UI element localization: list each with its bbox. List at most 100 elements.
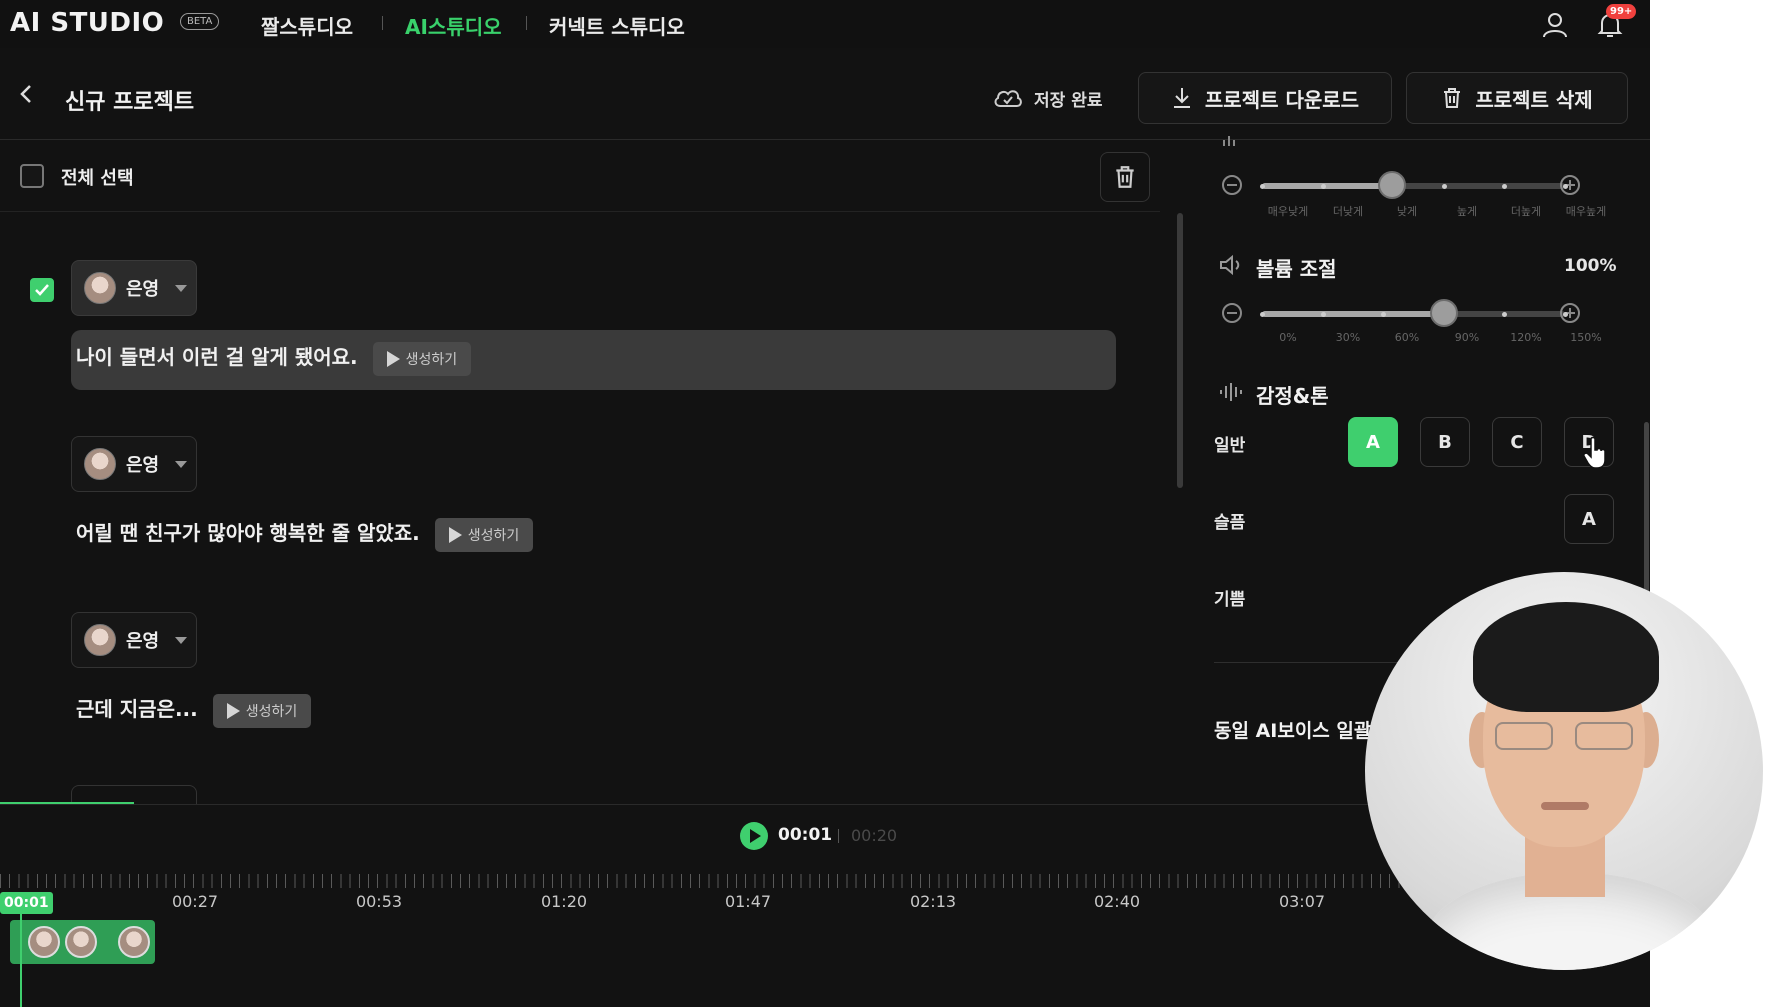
generate-button[interactable]: 생성하기 xyxy=(212,693,312,728)
nav-separator xyxy=(382,16,383,30)
check-icon xyxy=(35,284,49,296)
speaker-name: 은영 xyxy=(126,279,160,300)
play-icon xyxy=(226,702,240,719)
tone-sad-a-button[interactable]: A xyxy=(1564,494,1614,544)
pitch-tick-label: 더낮게 xyxy=(1332,205,1364,218)
save-status: 저장 완료 xyxy=(992,84,1102,112)
pitch-track-fill xyxy=(1262,183,1393,189)
presenter-mouth xyxy=(1541,802,1589,810)
download-icon xyxy=(1173,88,1190,108)
generate-button[interactable]: 생성하기 xyxy=(434,517,534,552)
timeline-mark: 02:40 xyxy=(1093,892,1141,911)
volume-tick-label: 150% xyxy=(1570,331,1602,344)
nav-link-jjal-studio[interactable]: 짤스튜디오 xyxy=(261,11,353,40)
presenter-glasses xyxy=(1495,722,1635,752)
same-voice-apply-label[interactable]: 동일 AI보이스 일괄 xyxy=(1214,716,1371,743)
volume-tick-label: 30% xyxy=(1335,331,1361,344)
slider-step-dot xyxy=(1563,184,1568,189)
speaker-name: 은영 xyxy=(126,631,160,652)
select-all-label: 전체 선택 xyxy=(61,168,134,189)
tone-normal-b-button[interactable]: B xyxy=(1420,417,1470,467)
clip-avatar xyxy=(28,926,60,958)
line-3-text[interactable]: 근데 지금은... 생성하기 xyxy=(76,693,312,728)
generate-label: 생성하기 xyxy=(245,703,298,720)
line-1-text[interactable]: 나이 들면서 이런 걸 알게 됐어요. 생성하기 xyxy=(76,341,472,376)
nav-link-connect-studio[interactable]: 커넥트 스튜디오 xyxy=(549,11,685,40)
generate-label: 생성하기 xyxy=(405,351,458,368)
download-project-button[interactable]: 프로젝트 다운로드 xyxy=(1138,72,1392,124)
slider-step-dot xyxy=(1441,184,1447,189)
select-all-checkbox[interactable] xyxy=(20,164,44,188)
volume-tick-label: 90% xyxy=(1454,331,1480,344)
volume-value: 100% xyxy=(1564,256,1617,276)
clip-avatar xyxy=(118,926,150,958)
logo[interactable]: AI STUDIO xyxy=(10,8,164,38)
pitch-slider[interactable]: 매우낮게 더낮게 낮게 높게 더높게 매우높게 xyxy=(1222,171,1606,223)
volume-title: 볼륨 조절 xyxy=(1256,257,1337,281)
emotion-title: 감정&톤 xyxy=(1256,384,1329,408)
volume-thumb[interactable] xyxy=(1429,299,1458,327)
waveform-icon xyxy=(1220,383,1242,401)
volume-decrease-icon[interactable] xyxy=(1222,303,1242,323)
play-icon xyxy=(448,526,462,543)
generate-label: 생성하기 xyxy=(467,527,520,544)
generate-button[interactable]: 생성하기 xyxy=(372,341,472,376)
pitch-decrease-icon[interactable] xyxy=(1222,175,1242,195)
line-text-content: 나이 들면서 이런 걸 알게 됐어요. xyxy=(76,345,358,369)
settings-scrollbar[interactable] xyxy=(1644,422,1649,607)
tone-normal-a-button[interactable]: A xyxy=(1348,417,1398,467)
speaker-name: 은영 xyxy=(126,455,160,476)
nav-link-ai-studio[interactable]: AI스튜디오 xyxy=(405,11,502,40)
top-nav: AI STUDIO BETA 짤스튜디오 AI스튜디오 커넥트 스튜디오 99+ xyxy=(0,0,1650,48)
time-separator xyxy=(838,829,839,843)
play-button[interactable] xyxy=(740,822,768,850)
select-all-row: 전체 선택 xyxy=(0,140,1160,212)
volume-slider[interactable]: 0% 30% 60% 90% 120% 150% xyxy=(1222,299,1602,351)
volume-tick-label: 120% xyxy=(1510,331,1542,344)
slider-step-dot xyxy=(1320,312,1326,317)
timeline-clip[interactable] xyxy=(10,920,155,964)
delete-project-button[interactable]: 프로젝트 삭제 xyxy=(1406,72,1628,124)
pitch-tick-label: 매우낮게 xyxy=(1267,205,1309,218)
line-text-content: 어릴 땐 친구가 많아야 행복한 줄 알았죠. xyxy=(76,521,420,545)
timeline-mark: 01:20 xyxy=(540,892,588,911)
speaker-selector-1[interactable]: 은영 xyxy=(71,260,197,316)
slider-step-dot xyxy=(1563,312,1568,317)
clip-avatar xyxy=(65,926,97,958)
beta-badge: BETA xyxy=(180,13,220,30)
pitch-tick-label: 높게 xyxy=(1456,205,1478,218)
cloud-check-icon xyxy=(994,90,1022,107)
emotion-row-label-normal: 일반 xyxy=(1214,436,1246,456)
timeline-mark: 00:53 xyxy=(355,892,403,911)
list-scrollbar[interactable] xyxy=(1177,213,1183,488)
notification-badge: 99+ xyxy=(1606,4,1637,19)
trash-icon xyxy=(1444,88,1461,108)
emotion-row-label-sad: 슬픔 xyxy=(1214,513,1246,533)
timeline-mark: 02:13 xyxy=(909,892,957,911)
slider-step-dot xyxy=(1260,312,1265,317)
download-project-label: 프로젝트 다운로드 xyxy=(1204,87,1360,112)
pitch-thumb[interactable] xyxy=(1378,171,1407,199)
line-1-checkbox[interactable] xyxy=(30,278,54,302)
trash-icon xyxy=(1116,166,1134,188)
back-arrow-icon[interactable] xyxy=(16,83,36,105)
timeline-mark: 01:47 xyxy=(724,892,772,911)
page-title: 신규 프로젝트 xyxy=(65,90,195,115)
nav-separator xyxy=(526,16,527,30)
playhead-time[interactable]: 00:01 xyxy=(0,892,53,914)
speaker-avatar xyxy=(84,272,116,304)
volume-tick-label: 60% xyxy=(1394,331,1420,344)
speaker-selector-3[interactable]: 은영 xyxy=(71,612,197,668)
timeline-ruler[interactable] xyxy=(0,874,1400,888)
speaker-selector-2[interactable]: 은영 xyxy=(71,436,197,492)
emotion-row-label-joy: 기쁨 xyxy=(1214,590,1246,610)
line-text-content: 근데 지금은... xyxy=(76,697,198,721)
delete-selected-button[interactable] xyxy=(1100,152,1150,202)
line-2-text[interactable]: 어릴 땐 친구가 많아야 행복한 줄 알았죠. 생성하기 xyxy=(76,517,534,552)
pitch-icon xyxy=(1223,136,1235,146)
playhead[interactable] xyxy=(20,914,22,1007)
hand-cursor-icon xyxy=(1583,436,1606,469)
tone-normal-c-button[interactable]: C xyxy=(1492,417,1542,467)
project-header: 신규 프로젝트 저장 완료 프로젝트 다운로드 프로젝트 삭제 xyxy=(0,48,1650,140)
user-icon[interactable] xyxy=(1540,10,1570,40)
